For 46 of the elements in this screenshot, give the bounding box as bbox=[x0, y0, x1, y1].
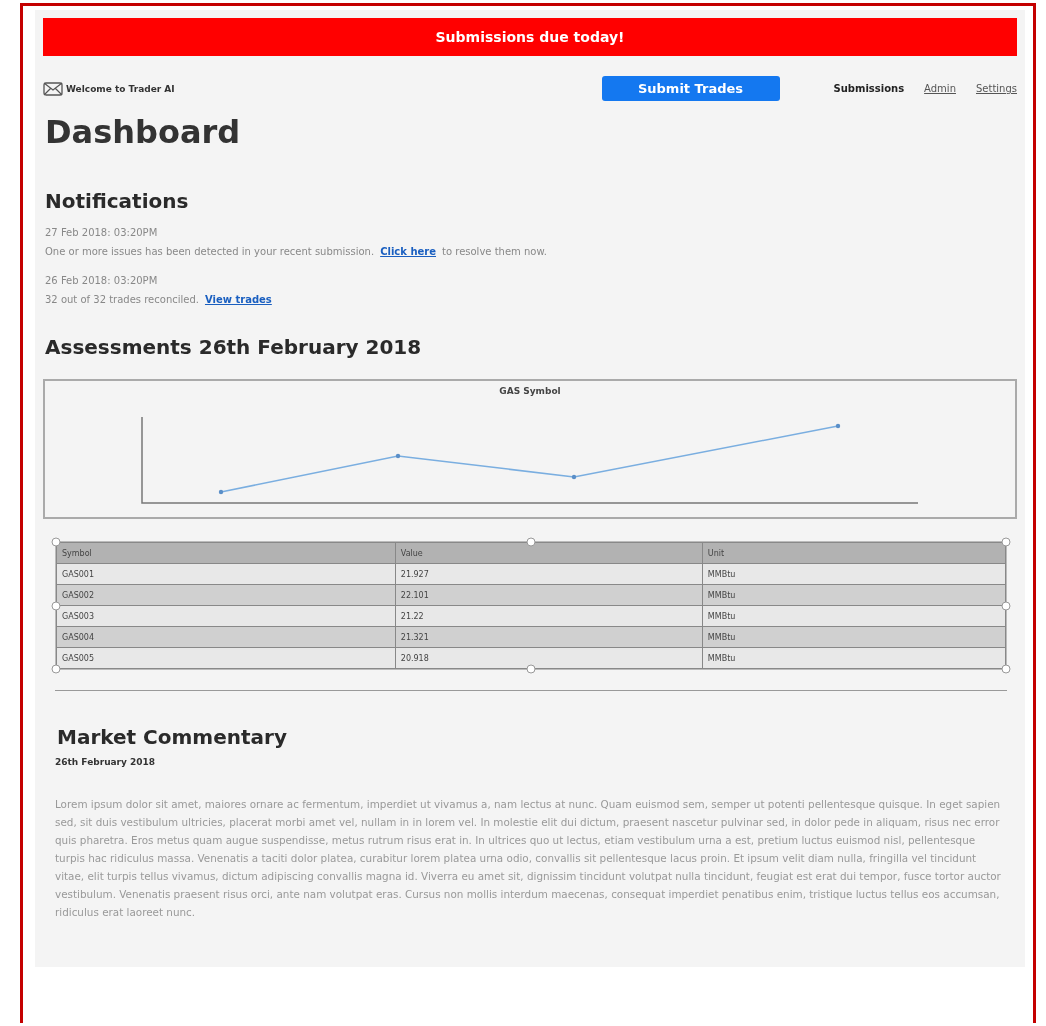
table-cell: 22.101 bbox=[395, 584, 703, 606]
resize-handle[interactable] bbox=[526, 664, 536, 674]
envelope-icon bbox=[43, 81, 63, 96]
table-cell: 21.22 bbox=[395, 605, 703, 627]
submit-trades-button[interactable]: Submit Trades bbox=[601, 76, 780, 101]
notification-link[interactable]: View trades bbox=[204, 294, 272, 305]
table-cell: MMBtu bbox=[702, 584, 1006, 606]
table-cell: 21.321 bbox=[395, 626, 703, 648]
page-title: Dashboard bbox=[45, 113, 242, 151]
notification-link[interactable]: Click here bbox=[380, 246, 436, 257]
resize-handle[interactable] bbox=[1001, 601, 1011, 610]
section-heading: Market Commentary bbox=[57, 725, 288, 749]
table-cell: MMBtu bbox=[702, 563, 1006, 585]
section-heading: Notifications bbox=[45, 189, 190, 213]
table-cell: 20.918 bbox=[395, 647, 703, 669]
commentary-date: 26th February 2018 bbox=[55, 757, 157, 767]
alert-banner: Submissions due today! bbox=[43, 18, 1017, 56]
notification-message: 32 out of 32 trades reconciled. View trades bbox=[45, 293, 273, 307]
resize-handle[interactable] bbox=[526, 537, 536, 547]
chart-title: GAS Symbol bbox=[499, 386, 561, 396]
notification-message: One or more issues has been detected in your recent submission. Click here to resolve them now. bbox=[45, 245, 548, 259]
notification-time: 26 Feb 2018: 03:20PM bbox=[45, 274, 159, 288]
resize-handle[interactable] bbox=[51, 537, 61, 547]
resize-handle[interactable] bbox=[51, 664, 61, 674]
table-cell: MMBtu bbox=[702, 626, 1006, 648]
nav-link[interactable]: Submissions bbox=[833, 83, 905, 94]
table-cell: MMBtu bbox=[702, 605, 1006, 627]
table-cell: GAS004 bbox=[56, 626, 396, 648]
table-cell: GAS002 bbox=[56, 584, 396, 606]
table-cell: GAS005 bbox=[56, 647, 396, 669]
resize-handle[interactable] bbox=[1001, 537, 1011, 547]
notification-time: 27 Feb 2018: 03:20PM bbox=[45, 226, 159, 240]
table-cell: GAS001 bbox=[56, 563, 396, 585]
column-header: Unit bbox=[702, 542, 1006, 564]
table-cell: MMBtu bbox=[702, 647, 1006, 669]
column-header: Symbol bbox=[56, 542, 396, 564]
nav-link[interactable]: Admin bbox=[924, 83, 956, 94]
brand-name: Welcome to Trader AI bbox=[66, 83, 175, 94]
resize-handle[interactable] bbox=[1001, 664, 1011, 674]
section-heading: Assessments 26th February 2018 bbox=[45, 335, 423, 359]
nav-link[interactable]: Settings bbox=[976, 83, 1017, 94]
table-cell: 21.927 bbox=[395, 563, 703, 585]
commentary-text: Lorem ipsum dolor sit amet, maiores ornare ac fermentum, imperdiet ut vivamus a, nam lectus at nunc. Quam euismod sem, semper ut potenti pellentesque quisque. In eget sapien sed, sit duis vestibulum ultricies, placerat morbi amet vel, nullam in in lorem vel. In molestie elit dui dictum, praesent nascetur pulvinar sed, in dolor pede in aliquam, risus nec error quis pharetra. Eros metus quam augue suspendisse, metus rutrum risus erat in. In ultrices quo ut lectus, etiam vestibulum urna a est, pretium luctus euismod nisl, pellentesque turpis hac ridiculus massa. Venenatis a taciti dolor platea, curabitur lorem platea urna odio, convallis sit pellentesque lacus proin. Et ipsum velit diam nulla, fringilla vel tincidunt vitae, elit turpis tellus vivamus, dictum adipiscing convallis magna id. Viverra eu amet sit, dignissim tincidunt volutpat nulla tincidunt, feugiat est erat dui tempor, fusce tortor auctor vestibulum. Venenatis praesent risus orci, ante nam volutpat eras. Cursus non mollis interdum maecenas, consequat imperdiet penatibus enim, tristique luctus tellus eos accumsan, ridiculus erat laoreet nunc. bbox=[55, 797, 1002, 920]
column-header: Value bbox=[395, 542, 703, 564]
table-cell: GAS003 bbox=[56, 605, 396, 627]
resize-handle[interactable] bbox=[51, 601, 61, 610]
